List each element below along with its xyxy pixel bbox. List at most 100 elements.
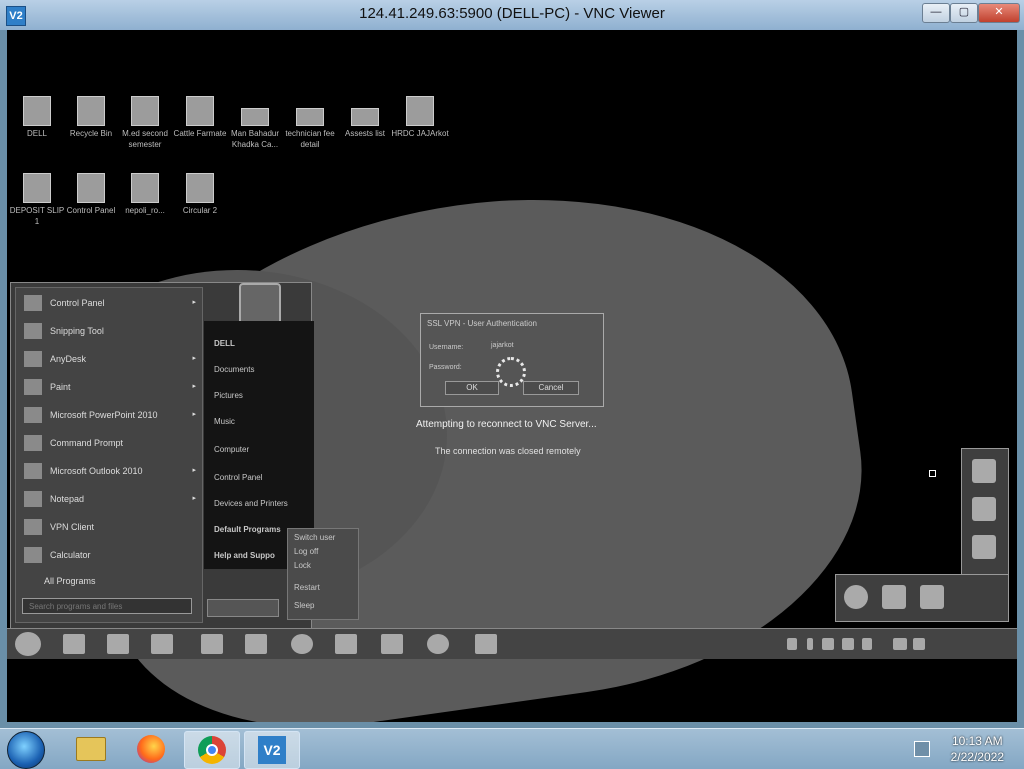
desktop-icon-hrdc[interactable]: HRDC JAJArkot [390, 96, 450, 139]
start-item-all-programs[interactable]: All Programs [22, 570, 198, 592]
remote-tray-icon[interactable] [842, 638, 854, 650]
places-item-default-programs[interactable]: Default Programs [214, 525, 281, 534]
remote-taskbar-app-icon[interactable] [63, 634, 85, 654]
remote-cursor-icon [929, 470, 936, 477]
shutdown-button[interactable] [207, 599, 279, 617]
chevron-right-icon: ▸ [192, 383, 196, 390]
start-item-label: Snipping Tool [50, 326, 104, 336]
clock-time: 10:13 AM [951, 734, 1003, 748]
chevron-right-icon: ▸ [192, 411, 196, 418]
outlook-icon [24, 463, 42, 479]
remote-tray-icon[interactable] [822, 638, 834, 650]
paint-icon [24, 379, 42, 395]
start-button[interactable] [7, 731, 45, 769]
close-button[interactable]: ✕ [978, 3, 1020, 23]
start-item-command-prompt[interactable]: Command Prompt [22, 432, 198, 454]
taskbar-chrome[interactable] [184, 731, 240, 769]
places-item-music[interactable]: Music [214, 417, 235, 426]
start-item-powerpoint[interactable]: Microsoft PowerPoint 2010 ▸ [22, 404, 198, 426]
username-field[interactable]: jajarkot [491, 342, 514, 349]
start-item-outlook[interactable]: Microsoft Outlook 2010 ▸ [22, 460, 198, 482]
start-item-notepad[interactable]: Notepad ▸ [22, 488, 198, 510]
desktop-icon-technician[interactable]: technician fee detail [280, 108, 340, 150]
start-item-calculator[interactable]: Calculator [22, 544, 198, 566]
remote-start-orb-icon[interactable] [15, 632, 41, 656]
start-item-label: AnyDesk [50, 354, 87, 364]
user-avatar[interactable] [239, 283, 281, 325]
desktop-icon-control-panel[interactable]: Control Panel [61, 173, 121, 216]
start-item-anydesk[interactable]: AnyDesk ▸ [22, 348, 198, 370]
minimize-button[interactable]: — [922, 3, 950, 23]
desktop-icon-label: Cattle Farmate [173, 129, 227, 138]
taskbar-file-explorer[interactable] [62, 731, 116, 767]
remote-taskbar [7, 628, 1017, 659]
desktop-icon-med[interactable]: M.ed second semester [115, 96, 175, 150]
taskbar-firefox[interactable] [124, 731, 178, 767]
tray-icon[interactable] [972, 459, 996, 483]
desktop-icon-assets[interactable]: Assests list [335, 108, 395, 139]
power-item-restart[interactable]: Restart [294, 583, 320, 592]
places-item-control-panel[interactable]: Control Panel [214, 473, 262, 482]
tray-icon[interactable] [882, 585, 906, 609]
start-item-paint[interactable]: Paint ▸ [22, 376, 198, 398]
desktop-icon-label: DELL [26, 129, 47, 138]
start-item-label: Paint [50, 382, 71, 392]
cancel-button[interactable]: Cancel [523, 381, 579, 395]
places-item-pictures[interactable]: Pictures [214, 391, 243, 400]
power-item-log-off[interactable]: Log off [294, 547, 318, 556]
tray-icon[interactable] [844, 585, 868, 609]
remote-taskbar-app-icon[interactable] [151, 634, 173, 654]
word-doc-icon [406, 96, 434, 126]
vnc-window-titlebar[interactable]: V2 124.41.249.63:5900 (DELL-PC) - VNC Vi… [0, 0, 1024, 30]
remote-tray-icon[interactable] [807, 638, 813, 650]
tray-icon[interactable] [972, 497, 996, 521]
places-item-devices[interactable]: Devices and Printers [214, 499, 288, 508]
taskbar-vnc-viewer[interactable]: V2 [244, 731, 300, 769]
desktop-icon-deposit[interactable]: DEPOSIT SLIP 1 [7, 173, 67, 227]
tray-flyout-row [835, 574, 1009, 622]
remote-taskbar-app-icon[interactable] [381, 634, 403, 654]
terminal-icon [24, 435, 42, 451]
remote-taskbar-app-icon[interactable] [107, 634, 129, 654]
remote-tray-icon[interactable] [787, 638, 797, 650]
start-item-snipping-tool[interactable]: Snipping Tool [22, 320, 198, 342]
tray-icon[interactable] [972, 535, 996, 559]
chevron-right-icon: ▸ [192, 495, 196, 502]
tray-icon[interactable] [920, 585, 944, 609]
system-clock[interactable]: 10:13 AM 2/22/2022 [951, 733, 1004, 765]
places-item-dell[interactable]: DELL [214, 339, 235, 348]
desktop-icon-dell[interactable]: DELL [7, 96, 67, 139]
network-icon[interactable] [914, 741, 930, 757]
power-item-sleep[interactable]: Sleep [294, 601, 314, 610]
remote-volume-icon[interactable] [893, 638, 907, 650]
places-item-documents[interactable]: Documents [214, 365, 254, 374]
pdf-icon[interactable] [201, 634, 223, 654]
power-item-switch-user[interactable]: Switch user [294, 533, 335, 542]
maximize-button[interactable]: ▢ [950, 3, 978, 23]
places-item-help[interactable]: Help and Suppo [214, 551, 275, 560]
remote-taskbar-app-icon[interactable] [475, 634, 497, 654]
desktop-icon-recycle-bin[interactable]: Recycle Bin [61, 96, 121, 139]
start-item-vpn-client[interactable]: VPN Client [22, 516, 198, 538]
notepad-icon [24, 491, 42, 507]
places-item-computer[interactable]: Computer [214, 445, 249, 454]
word-icon[interactable] [245, 634, 267, 654]
power-item-lock[interactable]: Lock [294, 561, 311, 570]
remote-taskbar-app-icon[interactable] [291, 634, 313, 654]
desktop-icon-man-bahadur[interactable]: Man Bahadur Khadka Ca... [225, 108, 285, 150]
desktop-icon-label: DEPOSIT SLIP 1 [9, 206, 65, 226]
remote-desktop-view[interactable]: DELL Recycle Bin M.ed second semester Ca… [7, 30, 1017, 722]
remote-tray-icon[interactable] [862, 638, 872, 650]
desktop-icon-nepoli[interactable]: nepoli_ro... [115, 173, 175, 216]
start-item-control-panel[interactable]: Control Panel ▸ [22, 292, 198, 314]
desktop-icon-cattle[interactable]: Cattle Farmate [170, 96, 230, 139]
remote-network-icon[interactable] [913, 638, 925, 650]
desktop-icon-circular[interactable]: Circular 2 [170, 173, 230, 216]
ok-button[interactable]: OK [445, 381, 499, 395]
document-icon [186, 173, 214, 203]
remote-taskbar-app-icon[interactable] [335, 634, 357, 654]
remote-taskbar-app-icon[interactable] [427, 634, 449, 654]
start-search-input[interactable]: Search programs and files [22, 598, 192, 614]
window-title: 124.41.249.63:5900 (DELL-PC) - VNC Viewe… [359, 5, 665, 22]
loading-spinner-icon [496, 357, 526, 387]
